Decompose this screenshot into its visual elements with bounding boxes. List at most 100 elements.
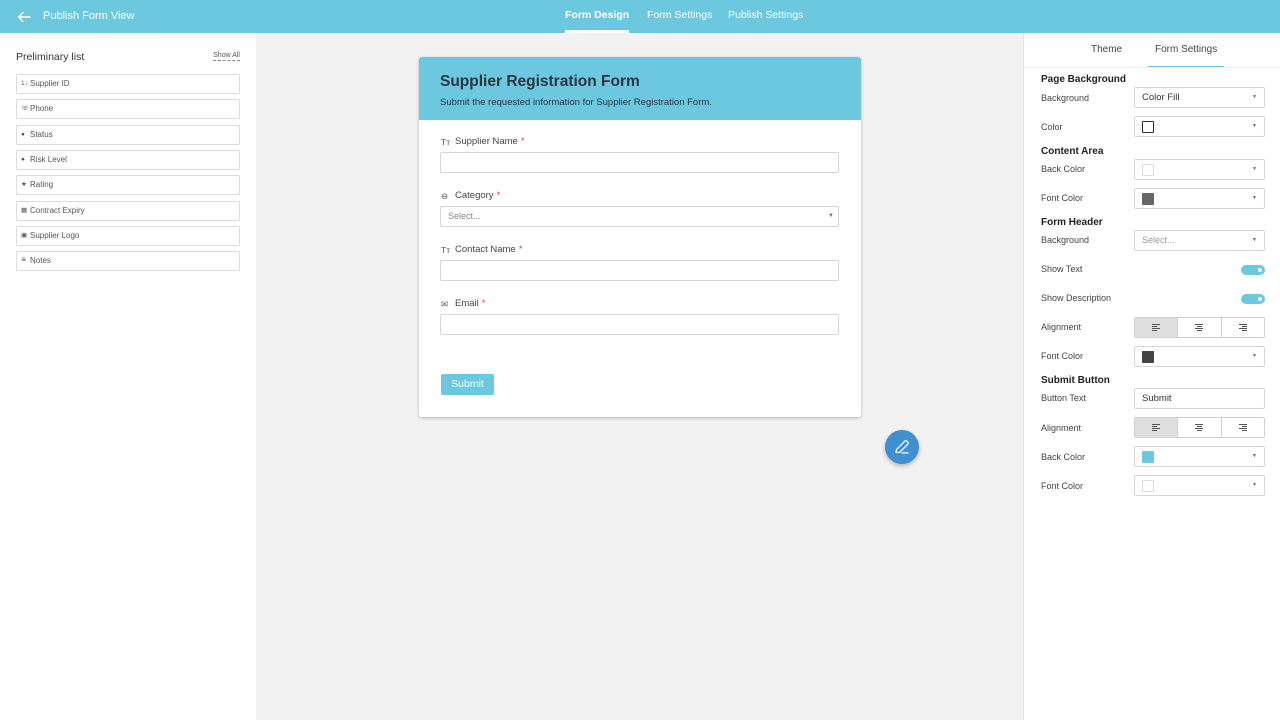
- tab-theme[interactable]: Theme: [1091, 44, 1122, 68]
- select-icon: ⊖: [441, 191, 449, 201]
- category-select[interactable]: Select... ▼: [440, 206, 839, 227]
- show-all-link[interactable]: Show All: [213, 52, 240, 61]
- question-label-text: Contact Name: [455, 244, 516, 255]
- field-item-contract-expiry[interactable]: ▦ Contract Expiry: [16, 201, 240, 221]
- row-label: Button Text: [1041, 393, 1086, 403]
- row-label: Show Text: [1041, 264, 1083, 274]
- field-item-rating[interactable]: ★ Rating: [16, 175, 240, 195]
- select-placeholder: Select...: [1142, 235, 1175, 245]
- show-description-toggle[interactable]: [1241, 294, 1265, 304]
- color-swatch: [1142, 121, 1154, 133]
- question-label-category[interactable]: Category *: [455, 190, 500, 201]
- tab-divider: [1024, 67, 1280, 68]
- caret-down-icon: ▼: [828, 213, 834, 219]
- align-right-button[interactable]: [1221, 318, 1264, 337]
- back-arrow-icon[interactable]: [16, 9, 32, 25]
- caret-down-icon: ▼: [1252, 353, 1257, 359]
- email-icon: ✉: [441, 299, 449, 309]
- supplier-name-input[interactable]: [440, 152, 839, 173]
- section-title-page-background: Page Background: [1041, 74, 1127, 85]
- button-text-input[interactable]: Submit: [1134, 388, 1265, 409]
- row-label: Color: [1041, 122, 1063, 132]
- submit-button[interactable]: Submit: [441, 374, 494, 395]
- header-font-color-picker[interactable]: ▼: [1134, 346, 1265, 367]
- edit-fab-button[interactable]: [885, 430, 919, 464]
- button-back-color-picker[interactable]: ▼: [1134, 446, 1265, 467]
- tab-form-design[interactable]: Form Design: [565, 9, 630, 33]
- tab-publish-settings[interactable]: Publish Settings: [728, 9, 803, 33]
- caret-down-icon: ▼: [1252, 123, 1257, 129]
- paragraph-icon: ≞: [21, 257, 27, 264]
- button-font-color-picker[interactable]: ▼: [1134, 475, 1265, 496]
- field-item-phone[interactable]: ☏ Phone: [16, 99, 240, 119]
- field-item-label: Supplier Logo: [30, 231, 80, 240]
- star-icon: ★: [21, 181, 27, 188]
- align-center-icon: [1195, 424, 1204, 431]
- required-marker: *: [518, 244, 523, 255]
- row-label: Back Color: [1041, 164, 1086, 174]
- question-label-text: Supplier Name: [455, 136, 518, 147]
- select-value: Color Fill: [1142, 92, 1180, 103]
- row-label: Font Color: [1041, 193, 1084, 203]
- field-list-panel: Preliminary list Show All 1↓ Supplier ID…: [0, 33, 256, 720]
- row-label: Alignment: [1041, 322, 1082, 332]
- form-title: Supplier Registration Form: [440, 73, 640, 90]
- header-alignment-group: [1134, 317, 1265, 338]
- align-left-button[interactable]: [1135, 418, 1179, 437]
- back-link-label[interactable]: Publish Form View: [43, 10, 135, 22]
- caret-down-icon: ▼: [1252, 195, 1257, 201]
- field-item-supplier-id[interactable]: 1↓ Supplier ID: [16, 74, 240, 94]
- panel-title: Preliminary list: [16, 51, 85, 63]
- phone-icon: ☏: [21, 105, 30, 112]
- caret-down-icon: ▼: [1252, 166, 1257, 172]
- tab-form-settings-panel[interactable]: Form Settings: [1148, 44, 1225, 68]
- field-item-notes[interactable]: ≞ Notes: [16, 251, 240, 271]
- form-description: Submit the requested information for Sup…: [440, 97, 712, 108]
- row-label: Font Color: [1041, 351, 1084, 361]
- align-center-button[interactable]: [1178, 418, 1222, 437]
- text-icon: Tт: [441, 137, 451, 147]
- field-item-label: Rating: [30, 180, 54, 189]
- required-marker: *: [496, 190, 501, 201]
- field-item-risk-level[interactable]: ● Risk Level: [16, 150, 240, 170]
- email-input[interactable]: [440, 314, 839, 335]
- caret-down-icon: ▼: [1252, 94, 1257, 100]
- row-label: Background: [1041, 93, 1090, 103]
- caret-down-icon: ▼: [1252, 453, 1257, 459]
- text-icon: Tт: [441, 245, 451, 255]
- row-label: Back Color: [1041, 452, 1086, 462]
- content-back-color-picker[interactable]: ▼: [1134, 159, 1265, 180]
- field-item-status[interactable]: ● Status: [16, 125, 240, 145]
- align-center-button[interactable]: [1178, 318, 1222, 337]
- question-label-email[interactable]: Email *: [455, 298, 485, 309]
- field-item-supplier-logo[interactable]: ▣ Supplier Logo: [16, 226, 240, 246]
- radio-icon: ●: [21, 131, 25, 138]
- question-label-text: Email: [455, 298, 479, 309]
- row-label: Alignment: [1041, 423, 1082, 433]
- page-background-color-picker[interactable]: ▼: [1134, 116, 1265, 137]
- tab-form-settings[interactable]: Form Settings: [647, 9, 712, 33]
- form-header[interactable]: Supplier Registration Form Submit the re…: [419, 57, 861, 120]
- image-icon: ▣: [21, 232, 28, 239]
- align-left-button[interactable]: [1135, 318, 1179, 337]
- question-label-text: Category: [455, 190, 494, 201]
- align-right-button[interactable]: [1221, 418, 1264, 437]
- header-background-select[interactable]: Select... ▼: [1134, 230, 1265, 251]
- question-label-contact-name[interactable]: Contact Name *: [455, 244, 522, 255]
- field-item-label: Status: [30, 130, 53, 139]
- caret-down-icon: ▼: [1252, 237, 1257, 243]
- align-right-icon: [1238, 424, 1247, 431]
- select-placeholder: Select...: [448, 211, 481, 221]
- page-background-select[interactable]: Color Fill ▼: [1134, 87, 1265, 108]
- button-alignment-group: [1134, 417, 1265, 438]
- content-font-color-picker[interactable]: ▼: [1134, 188, 1265, 209]
- color-swatch: [1142, 164, 1154, 176]
- question-label-supplier-name[interactable]: Supplier Name *: [455, 136, 525, 147]
- input-value: Submit: [1142, 393, 1172, 404]
- calendar-icon: ▦: [21, 207, 28, 214]
- radio-icon: ●: [21, 156, 25, 163]
- contact-name-input[interactable]: [440, 260, 839, 281]
- show-text-toggle[interactable]: [1241, 265, 1265, 275]
- section-title-content-area: Content Area: [1041, 146, 1104, 157]
- required-marker: *: [481, 298, 486, 309]
